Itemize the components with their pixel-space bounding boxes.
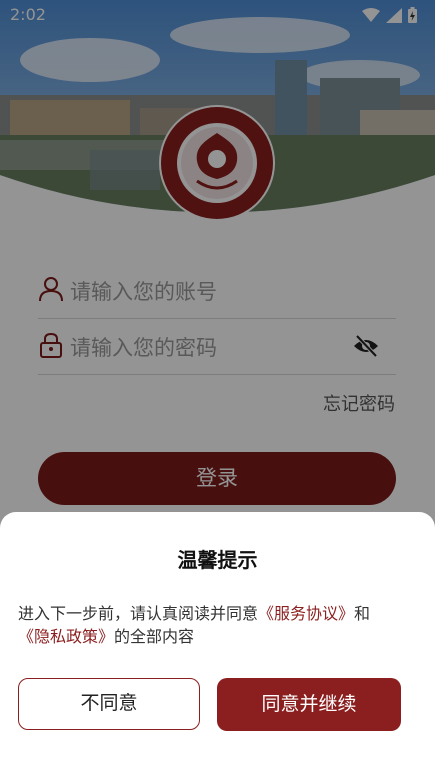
accept-button[interactable]: 同意并继续 — [217, 678, 401, 731]
service-agreement-link[interactable]: 《服务协议》 — [258, 604, 354, 623]
dialog-title: 温馨提示 — [177, 548, 258, 572]
dialog-text-before: 进入下一步前，请认真阅读并同意 — [18, 604, 259, 623]
dialog-text-and: 和 — [354, 604, 371, 623]
decline-button[interactable]: 不同意 — [18, 678, 200, 730]
dialog-message: 进入下一步前，请认真阅读并同意《服务协议》和《隐私政策》的全部内容 — [18, 602, 418, 648]
dialog-text-after: 的全部内容 — [114, 627, 195, 646]
terms-dialog: 温馨提示 进入下一步前，请认真阅读并同意《服务协议》和《隐私政策》的全部内容 不… — [0, 512, 435, 773]
privacy-policy-link[interactable]: 《隐私政策》 — [18, 627, 114, 646]
